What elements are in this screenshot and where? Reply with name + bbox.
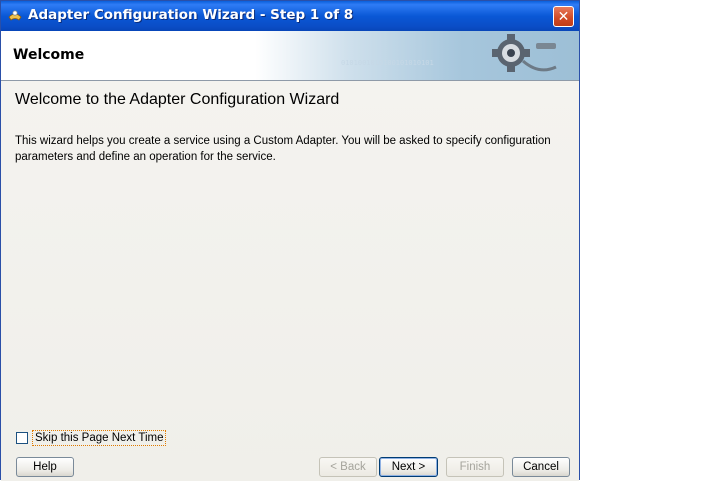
- header-banner-image: 0101001010100101010101: [341, 34, 557, 72]
- binary-text: 0101001010100101010101: [341, 59, 434, 67]
- cancel-button[interactable]: Cancel: [512, 457, 570, 477]
- back-button[interactable]: < Back: [319, 457, 377, 477]
- wizard-window: Adapter Configuration Wizard - Step 1 of…: [0, 0, 580, 481]
- page-title: Welcome: [13, 47, 85, 63]
- next-button[interactable]: Next >: [379, 457, 438, 477]
- close-icon: ✕: [557, 8, 570, 25]
- skip-page-checkbox[interactable]: [16, 432, 28, 444]
- skip-page-option[interactable]: Skip this Page Next Time: [16, 430, 167, 446]
- help-button[interactable]: Help: [16, 457, 74, 477]
- description-text: This wizard helps you create a service u…: [15, 135, 551, 163]
- skip-page-label[interactable]: Skip this Page Next Time: [32, 430, 167, 446]
- wizard-header: Welcome 0101001010100101010101: [1, 31, 579, 81]
- wizard-content: Welcome to the Adapter Configuration Wiz…: [1, 81, 579, 481]
- gear-icon: [492, 34, 557, 72]
- welcome-heading: Welcome to the Adapter Configuration Wiz…: [15, 91, 340, 108]
- finish-button[interactable]: Finish: [446, 457, 504, 477]
- title-bar[interactable]: Adapter Configuration Wizard - Step 1 of…: [1, 1, 579, 31]
- close-button[interactable]: ✕: [553, 6, 574, 27]
- app-icon: [7, 8, 23, 24]
- window-title: Adapter Configuration Wizard - Step 1 of…: [28, 7, 354, 23]
